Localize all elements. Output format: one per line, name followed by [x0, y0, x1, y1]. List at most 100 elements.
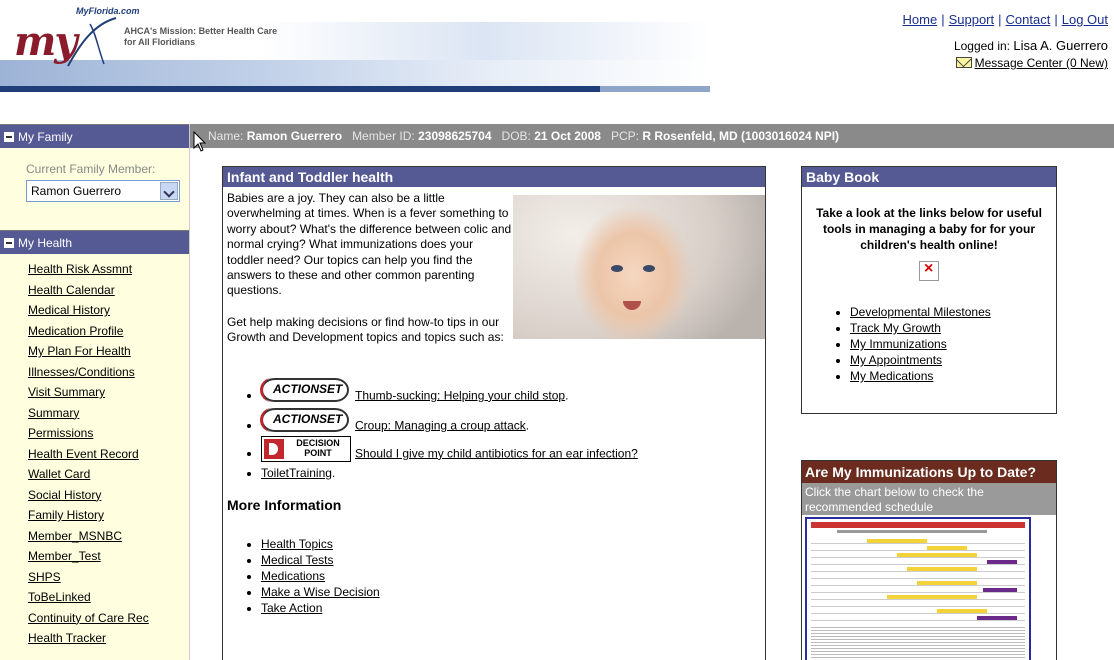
home-link[interactable]: Home	[903, 12, 938, 27]
list-item: ACTIONSET Thumb-sucking: Helping your chi…	[260, 376, 761, 406]
immunization-title: Are My Immunizations Up to Date?	[802, 461, 1056, 483]
my-appointments-link[interactable]: My Appointments	[850, 353, 942, 367]
infant-panel-title: Infant and Toddler health	[223, 167, 765, 187]
family-member-select[interactable]: Ramon Guerrero	[26, 180, 180, 202]
myflorida-logo[interactable]: MyFlorida.com my AHCA's Mission: Better …	[0, 0, 710, 100]
my-family-header[interactable]: My Family	[0, 124, 189, 148]
sidebar-link[interactable]: Permissions	[28, 426, 93, 440]
list-item: Medical Tests	[261, 553, 761, 569]
schedule-thumb-bar	[977, 616, 1017, 620]
sidebar-link[interactable]: Summary	[28, 406, 79, 420]
sidebar-link[interactable]: Health Risk Assmnt	[28, 262, 132, 276]
sidebar-link[interactable]: Continuity of Care Rec	[28, 611, 149, 625]
list-item: Make a Wise Decision	[261, 585, 761, 601]
collapse-icon[interactable]	[4, 238, 14, 248]
family-member-value: Ramon Guerrero	[31, 184, 122, 198]
schedule-thumb-bar	[897, 553, 977, 557]
member-id-label: Member ID:	[352, 129, 415, 143]
sidebar-item-illnesses: Illnesses/Conditions	[28, 365, 189, 386]
current-member-label: Current Family Member:	[26, 162, 156, 176]
member-id: 23098625704	[418, 129, 492, 143]
immunization-panel: Are My Immunizations Up to Date? Click t…	[801, 460, 1057, 660]
logged-in-user: Lisa A. Guerrero	[1013, 38, 1108, 53]
topic-link-croup[interactable]: Croup: Managing a croup attack	[355, 418, 526, 432]
topic-link-antibiotics[interactable]: Should I give my child antibiotics for a…	[355, 446, 638, 460]
baby-book-links: Developmental Milestones Track My Growth…	[802, 305, 1056, 385]
sidebar-link[interactable]: SHPS	[28, 570, 61, 584]
sidebar-item-tobelinked: ToBeLinked	[28, 590, 189, 611]
sidebar-item-member-test: Member_Test	[28, 549, 189, 570]
name-label: Name:	[208, 129, 244, 143]
decision-point-icon: DECISIONPOINT	[261, 435, 351, 462]
pcp-label: PCP:	[610, 129, 639, 143]
schedule-thumb-bar	[937, 609, 987, 613]
sidebar-link[interactable]: Medication Profile	[28, 324, 123, 338]
developmental-milestones-link[interactable]: Developmental Milestones	[850, 305, 991, 319]
schedule-thumb-row	[811, 546, 1025, 551]
logout-link[interactable]: Log Out	[1062, 12, 1108, 27]
immunization-subtitle: Click the chart below to check the recom…	[802, 483, 1056, 515]
track-growth-link[interactable]: Track My Growth	[850, 321, 941, 335]
left-sidebar: My Family Current Family Member: Ramon G…	[0, 124, 190, 660]
member-info-bar: Name: Ramon Guerrero Member ID: 23098625…	[190, 124, 1114, 148]
sidebar-item-health-risk: Health Risk Assmnt	[28, 262, 189, 283]
sidebar-link[interactable]: Illnesses/Conditions	[28, 365, 135, 379]
actionset-icon: ACTIONSET	[260, 376, 351, 404]
member-dob: 21 Oct 2008	[534, 129, 601, 143]
schedule-thumb-bar	[987, 560, 1017, 564]
my-health-header[interactable]: My Health	[0, 230, 189, 254]
sidebar-link[interactable]: ToBeLinked	[28, 590, 91, 604]
sidebar-link[interactable]: Social History	[28, 488, 101, 502]
page-header: MyFlorida.com my AHCA's Mission: Better …	[0, 0, 1114, 124]
dob-label: DOB:	[501, 129, 531, 143]
list-item: Medications	[261, 569, 761, 585]
sidebar-link[interactable]: Visit Summary	[28, 385, 105, 399]
sidebar-item-wallet-card: Wallet Card	[28, 467, 189, 488]
mouse-cursor-icon	[193, 131, 207, 152]
schedule-thumb-bar	[927, 546, 967, 550]
envelope-icon[interactable]	[955, 57, 972, 68]
chevron-down-icon[interactable]	[160, 182, 178, 200]
my-immunizations-link[interactable]: My Immunizations	[850, 337, 947, 351]
immunization-schedule-thumbnail[interactable]	[805, 517, 1031, 660]
sidebar-link[interactable]: My Plan For Health	[28, 344, 131, 358]
sidebar-link[interactable]: Family History	[28, 508, 104, 522]
list-item: Developmental Milestones	[850, 305, 1056, 321]
sidebar-link[interactable]: Medical History	[28, 303, 110, 317]
baby-eye	[611, 265, 623, 272]
medications-link[interactable]: Medications	[261, 569, 325, 583]
sidebar-link[interactable]: Health Event Record	[28, 447, 139, 461]
message-center-link[interactable]: Message Center (0 New)	[975, 56, 1108, 70]
sidebar-item-health-event: Health Event Record	[28, 447, 189, 468]
family-member-panel: Current Family Member: Ramon Guerrero	[0, 148, 189, 230]
schedule-thumb-row	[811, 602, 1025, 607]
sidebar-link[interactable]: Health Tracker	[28, 631, 106, 645]
sidebar-link[interactable]: Member_Test	[28, 549, 101, 563]
logo-band-light	[600, 86, 710, 92]
wise-decision-link[interactable]: Make a Wise Decision	[261, 585, 380, 599]
medical-tests-link[interactable]: Medical Tests	[261, 553, 333, 567]
sidebar-link[interactable]: Wallet Card	[28, 467, 90, 481]
support-link[interactable]: Support	[949, 12, 995, 27]
schedule-thumb-row	[811, 574, 1025, 579]
baby-book-panel: Baby Book Take a look at the links below…	[801, 166, 1057, 414]
list-item: ACTIONSETCroup: Managing a croup attack.	[260, 406, 761, 436]
sidebar-link[interactable]: Member_MSNBC	[28, 529, 122, 543]
schedule-thumb-bar	[917, 581, 977, 585]
contact-link[interactable]: Contact	[1006, 12, 1051, 27]
health-topics-link[interactable]: Health Topics	[261, 537, 333, 551]
take-action-link[interactable]: Take Action	[261, 601, 322, 615]
topic-list: ACTIONSET Thumb-sucking: Helping your chi…	[227, 376, 761, 482]
topic-link-toilet-training[interactable]: ToiletTraining	[261, 466, 332, 480]
list-item: My Medications	[850, 369, 1056, 385]
collapse-icon[interactable]	[4, 132, 14, 142]
topic-link-thumb-sucking[interactable]: Thumb-sucking: Helping your child stop	[355, 388, 565, 402]
list-item: Take Action	[261, 601, 761, 617]
actionset-icon: ACTIONSET	[260, 406, 351, 434]
health-nav-list: Health Risk Assmnt Health Calendar Medic…	[0, 254, 189, 652]
sidebar-link[interactable]: Health Calendar	[28, 283, 115, 297]
my-medications-link[interactable]: My Medications	[850, 369, 933, 383]
schedule-thumb-row	[811, 609, 1025, 614]
more-information-heading: More Information	[227, 496, 342, 513]
list-item: My Immunizations	[850, 337, 1056, 353]
